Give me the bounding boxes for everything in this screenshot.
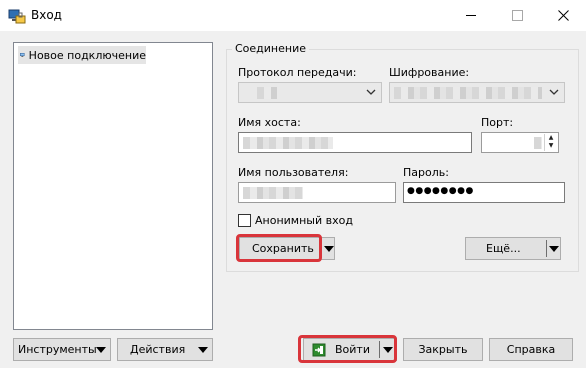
app-icon (8, 7, 26, 25)
tools-button-label: Инструменты (18, 343, 97, 356)
username-field[interactable] (238, 182, 396, 203)
save-highlight (236, 234, 322, 262)
close-button[interactable] (540, 0, 586, 31)
help-button[interactable]: Справка (489, 338, 573, 361)
dropdown-arrow-icon (198, 347, 208, 353)
anonymous-checkbox[interactable] (238, 214, 251, 227)
port-field[interactable]: ▲ ▼ (481, 132, 559, 153)
more-button[interactable]: Ещё... (465, 237, 561, 260)
dropdown-arrow-icon (96, 347, 106, 353)
anonymous-label: Анонимный вход (255, 214, 353, 227)
chevron-down-icon (549, 89, 559, 95)
arrow-up-icon[interactable]: ▲ (545, 134, 557, 142)
encryption-label: Шифрование: (389, 66, 470, 79)
maximize-button (494, 0, 540, 31)
port-stepper[interactable]: ▲ ▼ (544, 134, 557, 151)
tree-item-label: Новое подключение (28, 48, 146, 62)
sites-tree[interactable]: Новое подключение (13, 42, 213, 330)
protocol-label: Протокол передачи: (238, 66, 357, 79)
host-label: Имя хоста: (238, 116, 301, 129)
password-field[interactable]: ●●●●●●●● (403, 182, 565, 203)
actions-button[interactable]: Действия (117, 338, 213, 361)
chevron-down-icon (366, 89, 376, 95)
more-button-label: Ещё... (486, 242, 521, 255)
password-value: ●●●●●●●● (407, 186, 474, 196)
close-icon (557, 10, 569, 21)
tools-button[interactable]: Инструменты (13, 338, 111, 361)
username-label: Имя пользователя: (238, 166, 349, 179)
port-label: Порт: (481, 116, 514, 129)
dropdown-arrow-icon[interactable] (324, 246, 334, 252)
tree-item-new-connection[interactable]: Новое подключение (18, 46, 146, 64)
encryption-select[interactable] (389, 82, 565, 103)
minimize-icon (466, 15, 476, 16)
connection-group-label: Соединение (232, 42, 310, 55)
monitor-icon (20, 53, 25, 57)
window-title: Вход (31, 8, 62, 22)
minimize-button[interactable] (448, 0, 494, 31)
protocol-select[interactable] (238, 82, 382, 103)
password-label: Пароль: (403, 166, 449, 179)
dropdown-arrow-icon[interactable] (549, 246, 559, 252)
arrow-down-icon[interactable]: ▼ (545, 142, 557, 150)
host-field[interactable] (238, 132, 472, 153)
close-dialog-button[interactable]: Закрыть (403, 338, 483, 361)
maximize-icon (511, 10, 523, 21)
actions-button-label: Действия (130, 343, 186, 356)
login-highlight (298, 335, 397, 363)
